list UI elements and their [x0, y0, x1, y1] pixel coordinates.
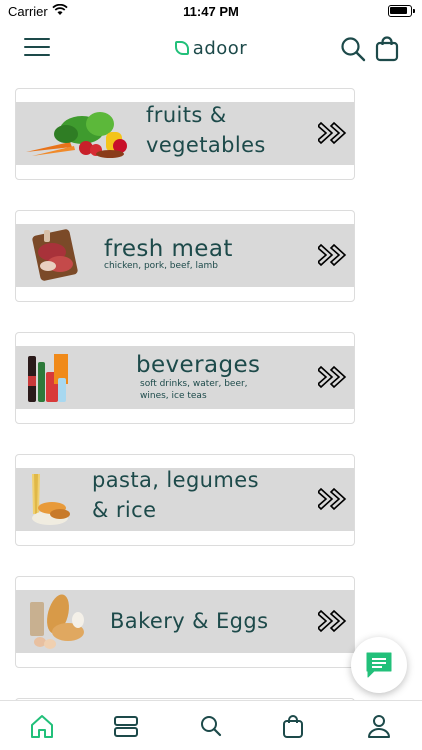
logo-text: adoor [192, 38, 248, 59]
category-card-fruits-vegetables[interactable]: fruits & vegetables [15, 88, 355, 180]
category-card-pasta-legumes-rice[interactable]: pasta, legumes & rice [15, 454, 355, 546]
search-icon [201, 716, 222, 737]
category-subtitle-line2: wines, ice teas [140, 391, 207, 401]
chat-icon [366, 652, 392, 678]
category-title-line2: vegetables [146, 133, 266, 157]
search-button[interactable] [340, 36, 366, 62]
category-banner: fresh meat chicken, pork, beef, lamb [16, 224, 354, 287]
battery-icon [388, 5, 415, 17]
category-subtitle-line1: soft drinks, water, beer, [140, 379, 248, 389]
category-banner: pasta, legumes & rice [16, 468, 354, 531]
double-chevron-right-icon [318, 609, 347, 633]
category-title: Bakery & Eggs [110, 609, 269, 633]
category-card-bakery-eggs[interactable]: Bakery & Eggs [15, 576, 355, 668]
category-banner: beverages soft drinks, water, beer, wine… [16, 346, 354, 409]
tab-profile[interactable] [366, 713, 392, 739]
double-chevron-right-icon [318, 487, 347, 511]
tab-home[interactable] [29, 713, 55, 739]
bottom-tab-bar [0, 700, 422, 750]
category-title-line1: pasta, legumes [92, 468, 259, 492]
tab-cart[interactable] [280, 713, 306, 739]
tab-search[interactable] [198, 713, 224, 739]
beverages-image [28, 354, 68, 402]
leaf-logo-icon [174, 41, 189, 55]
category-subtitle: chicken, pork, beef, lamb [104, 261, 218, 271]
cart-icon [283, 715, 303, 738]
cart-button[interactable] [375, 36, 399, 62]
category-banner: fruits & vegetables [16, 102, 354, 165]
meat-image [32, 229, 78, 281]
category-card-beverages[interactable]: beverages soft drinks, water, beer, wine… [15, 332, 355, 424]
category-title-line1: fruits & [146, 103, 227, 127]
home-icon [31, 715, 53, 738]
chat-button[interactable] [351, 637, 407, 693]
double-chevron-right-icon [318, 243, 347, 267]
category-banner: Bakery & Eggs [16, 590, 354, 653]
profile-icon [368, 715, 390, 738]
category-card-fresh-meat[interactable]: fresh meat chicken, pork, beef, lamb [15, 210, 355, 302]
category-title: beverages [136, 352, 261, 378]
categories-icon [114, 716, 138, 737]
clock: 11:47 PM [183, 4, 239, 19]
tab-categories[interactable] [113, 713, 139, 739]
status-bar: Carrier 11:47 PM [0, 0, 422, 22]
double-chevron-right-icon [318, 121, 347, 145]
bakery-image [30, 594, 84, 649]
double-chevron-right-icon [318, 365, 347, 389]
category-title-line2: & rice [92, 498, 157, 522]
app-header: adoor [0, 30, 422, 70]
vegetables-image [26, 112, 127, 158]
pasta-image [32, 474, 70, 525]
